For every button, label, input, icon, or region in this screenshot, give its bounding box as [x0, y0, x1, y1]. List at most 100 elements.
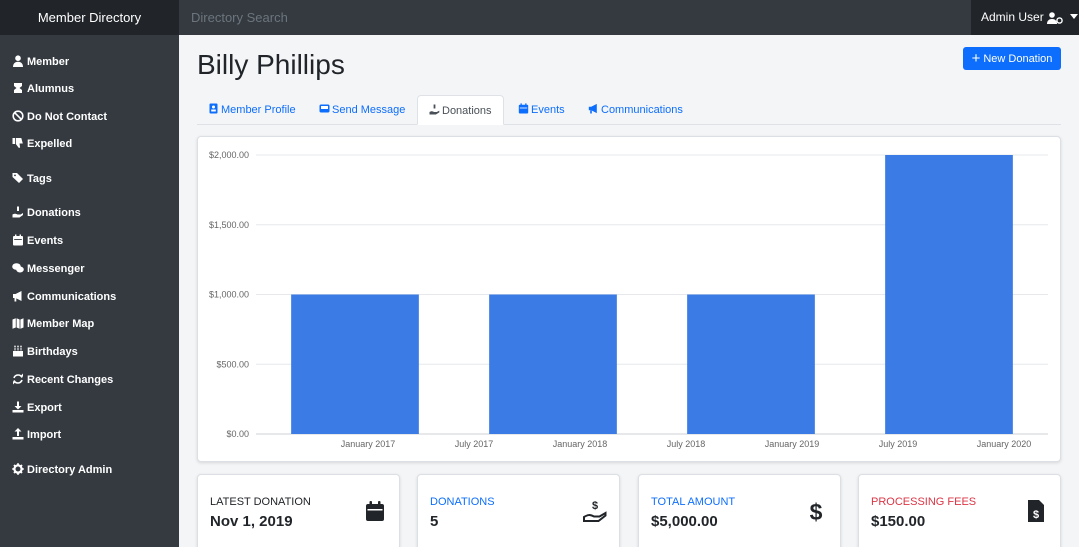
tab-send-message[interactable]: Send Message: [308, 95, 416, 125]
main-content: Billy Phillips + New Donation Member Prof…: [179, 35, 1079, 547]
sidebar-item-label: Communications: [27, 291, 117, 303]
user-cog-icon: [1047, 10, 1066, 24]
calendar-icon: [518, 103, 529, 114]
file-invoice-dollar-icon: $: [1024, 499, 1048, 523]
tab-communications[interactable]: Communications: [577, 95, 694, 125]
sidebar-item-label: Expelled: [27, 138, 73, 150]
stat-value: Nov 1, 2019: [210, 513, 293, 530]
sidebar-item-tags[interactable]: Tags: [12, 171, 52, 187]
sidebar-item-communications[interactable]: Communications: [12, 289, 116, 305]
x-tick-label: January 2018: [553, 439, 608, 449]
sidebar-item-label: Messenger: [27, 263, 85, 275]
upload-icon: [12, 428, 24, 440]
y-tick-label: $0.00: [226, 429, 249, 439]
y-tick-label: $1,000.00: [209, 290, 249, 300]
sidebar-item-recent-changes[interactable]: Recent Changes: [12, 372, 113, 388]
page-title: Billy Phillips: [197, 49, 345, 80]
app-brand[interactable]: Member Directory: [0, 0, 179, 35]
chart-bar: [687, 294, 815, 434]
sidebar-item-alumnus[interactable]: Alumnus: [12, 81, 74, 97]
new-donation-button[interactable]: + New Donation: [963, 47, 1061, 70]
svg-text:$: $: [1033, 509, 1039, 521]
birthday-cake-icon: [12, 345, 24, 357]
chart-bar: [489, 294, 617, 434]
dollar-sign-icon: $: [804, 499, 828, 523]
y-tick-label: $1,500.00: [209, 220, 249, 230]
sidebar-item-birthdays[interactable]: Birthdays: [12, 344, 78, 360]
map-icon: [12, 317, 24, 329]
stat-card-latest-donation: Latest Donation Nov 1, 2019: [197, 474, 400, 547]
search-input[interactable]: [179, 0, 971, 35]
tab-member-profile[interactable]: Member Profile: [197, 95, 307, 125]
sidebar-item-label: Birthdays: [27, 346, 78, 358]
sidebar-item-donations[interactable]: Donations: [12, 205, 81, 221]
sidebar-item-label: Donations: [27, 207, 81, 219]
sidebar-item-label: Recent Changes: [27, 374, 114, 386]
tab-donations[interactable]: Donations: [417, 95, 504, 125]
sidebar-item-member[interactable]: Member: [12, 54, 69, 70]
inbox-icon: [319, 103, 330, 114]
chart-svg: $0.00 $500.00 $1,000.00 $1,500.00 $2,000.00 J…: [209, 150, 1048, 449]
tab-label: Communications: [601, 104, 683, 116]
sidebar-item-directory-admin[interactable]: Directory Admin: [12, 462, 112, 478]
stat-label: Donations: [430, 496, 495, 508]
user-icon: [12, 55, 24, 67]
chart-bar: [291, 294, 419, 434]
chevron-down-icon: [1070, 14, 1079, 19]
sidebar-item-label: Member Map: [27, 318, 95, 330]
plus-icon: +: [971, 50, 981, 67]
sidebar-item-events[interactable]: Events: [12, 233, 63, 249]
tab-label: Events: [531, 104, 565, 116]
calendar-icon: [12, 234, 24, 246]
y-tick-label: $2,000.00: [209, 150, 249, 160]
chart-bar: [885, 155, 1013, 434]
x-tick-label: July 2019: [879, 439, 918, 449]
x-tick-label: July 2017: [455, 439, 494, 449]
sidebar: Member Alumnus Do Not Contact Expelled T…: [0, 35, 179, 547]
sidebar-item-label: Member: [27, 56, 70, 68]
y-tick-label: $500.00: [216, 359, 249, 369]
user-menu[interactable]: Admin User: [971, 0, 1079, 35]
svg-text:$: $: [810, 499, 823, 523]
sidebar-item-import[interactable]: Import: [12, 427, 61, 443]
bullhorn-icon: [12, 290, 24, 302]
sidebar-item-label: Do Not Contact: [27, 111, 108, 123]
tags-icon: [12, 172, 24, 184]
x-tick-label: July 2018: [667, 439, 706, 449]
ban-icon: [12, 110, 24, 122]
stat-value: $150.00: [871, 513, 926, 530]
sidebar-item-label: Alumnus: [27, 83, 75, 95]
user-name: Admin User: [981, 10, 1044, 24]
sidebar-item-expelled[interactable]: Expelled: [12, 136, 72, 152]
sync-icon: [12, 373, 24, 385]
stat-label: Total Amount: [651, 496, 736, 508]
tab-events[interactable]: Events: [507, 95, 576, 125]
sidebar-item-label: Directory Admin: [27, 464, 113, 476]
sidebar-item-export[interactable]: Export: [12, 400, 62, 416]
new-donation-label: New Donation: [983, 53, 1053, 65]
tab-label: Send Message: [332, 104, 406, 116]
download-icon: [12, 401, 24, 413]
sidebar-item-member-map[interactable]: Member Map: [12, 316, 94, 332]
x-tick-label: January 2017: [341, 439, 396, 449]
top-navbar: Member Directory Admin User: [0, 0, 1079, 35]
calendar-icon: [363, 499, 387, 523]
tab-label: Member Profile: [221, 104, 296, 116]
hand-holding-usd-icon: [429, 104, 440, 115]
stat-value: 5: [430, 513, 439, 530]
sidebar-item-messenger[interactable]: Messenger: [12, 261, 84, 277]
sidebar-item-do-not-contact[interactable]: Do Not Contact: [12, 109, 107, 125]
cog-icon: [12, 463, 24, 475]
tab-bar: Member Profile Send Message Donations Ev…: [197, 95, 1061, 125]
sidebar-item-label: Import: [27, 429, 62, 441]
stat-label: Latest Donation: [210, 496, 311, 508]
sidebar-item-label: Tags: [27, 173, 52, 185]
hand-holding-usd-icon: $: [583, 499, 607, 523]
tab-label: Donations: [442, 105, 492, 117]
donations-chart: $0.00 $500.00 $1,000.00 $1,500.00 $2,000.00 J…: [197, 136, 1061, 462]
comments-icon: [12, 262, 24, 274]
stat-card-donations: Donations 5 $: [417, 474, 620, 547]
thumbs-down-icon: [12, 137, 24, 149]
svg-text:$: $: [592, 500, 598, 512]
stat-card-total-amount: Total Amount $5,000.00 $: [638, 474, 841, 547]
